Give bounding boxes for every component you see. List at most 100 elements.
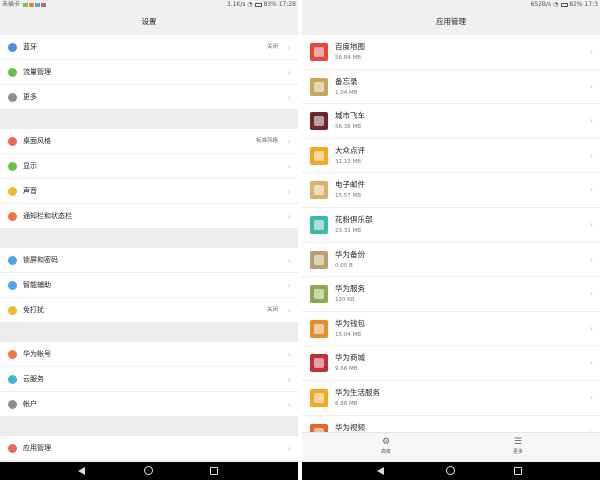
settings-item-label: 智能辅助 bbox=[23, 281, 51, 289]
app-list-item[interactable]: 大众点评 32.12 MB › bbox=[302, 138, 600, 174]
app-icon bbox=[310, 215, 328, 234]
settings-item-icon bbox=[8, 350, 17, 359]
app-list-item[interactable]: 华为钱包 15.04 MB › bbox=[302, 311, 600, 347]
settings-screen: 未插卡 3.1K/s ◔ 83% 17:28 设置 蓝牙 关闭 › 流量管理 › 更多 › 桌… bbox=[0, 0, 298, 480]
app-icon-glyph bbox=[314, 392, 324, 403]
settings-item[interactable]: 免打扰 关闭 › bbox=[0, 298, 298, 323]
app-list-item[interactable]: 花粉俱乐部 23.31 MB › bbox=[302, 207, 600, 243]
settings-item[interactable]: 更多 › bbox=[0, 85, 298, 110]
app-size: 56.38 MB bbox=[335, 124, 362, 131]
app-icon bbox=[310, 181, 328, 200]
app-list-item[interactable]: 备忘录 1.04 MB › bbox=[302, 69, 600, 105]
wifi-icon: ◔ bbox=[247, 1, 253, 8]
settings-item-icon bbox=[8, 256, 17, 265]
chevron-right-icon: › bbox=[589, 358, 593, 368]
chevron-right-icon: › bbox=[287, 306, 291, 315]
app-management-screen: 652B/s ◔ 82% 17:3 应用管理 百度地图 56.84 MB › 备忘录 1… bbox=[302, 0, 600, 480]
chevron-right-icon: › bbox=[589, 254, 593, 264]
settings-item[interactable]: 显示 › bbox=[0, 154, 298, 179]
chevron-right-icon: › bbox=[287, 256, 291, 265]
settings-item[interactable]: 流量管理 › bbox=[0, 60, 298, 85]
settings-item-icon bbox=[8, 43, 17, 52]
chevron-right-icon: › bbox=[287, 350, 291, 359]
settings-item-icon bbox=[8, 444, 17, 453]
advanced-label: 高级 bbox=[380, 449, 391, 455]
app-list-item[interactable]: 华为服务 120 KB › bbox=[302, 277, 600, 312]
status-bar: 未插卡 3.1K/s ◔ 83% 17:28 bbox=[0, 0, 298, 9]
clock: 17:28 bbox=[278, 1, 296, 8]
battery-icon bbox=[561, 2, 569, 7]
chevron-right-icon: › bbox=[287, 93, 291, 102]
app-size: 8.88 MB bbox=[335, 400, 358, 407]
section-separator bbox=[0, 110, 298, 129]
page-title: 设置 bbox=[0, 9, 298, 35]
chevron-right-icon: › bbox=[589, 289, 593, 299]
app-icon bbox=[310, 43, 328, 61]
app-size: 15.04 MB bbox=[335, 331, 362, 338]
app-icon bbox=[310, 354, 328, 373]
settings-item-label: 流量管理 bbox=[23, 68, 51, 76]
recent-apps-icon[interactable] bbox=[514, 467, 522, 475]
app-size: 23.31 MB bbox=[335, 227, 362, 234]
settings-item-icon bbox=[8, 375, 17, 384]
recent-apps-icon[interactable] bbox=[210, 467, 218, 475]
home-icon[interactable] bbox=[144, 466, 153, 475]
chevron-right-icon: › bbox=[287, 162, 291, 171]
app-list-item[interactable]: 华为生活服务 8.88 MB › bbox=[302, 380, 600, 416]
settings-item-icon bbox=[8, 281, 17, 290]
notification-icon bbox=[22, 2, 28, 7]
more-button[interactable]: ☰ 更多 bbox=[498, 436, 538, 456]
app-list-item[interactable]: 华为商城 9.66 MB › bbox=[302, 346, 600, 381]
app-name: 华为视频 bbox=[335, 422, 365, 432]
back-icon[interactable] bbox=[78, 467, 85, 475]
app-icon-glyph bbox=[314, 289, 324, 300]
app-size: 0.00 B bbox=[335, 262, 353, 269]
settings-item-label: 蓝牙 bbox=[23, 43, 37, 51]
app-name: 百度地图 bbox=[335, 42, 365, 51]
settings-item-label: 锁屏和密码 bbox=[23, 256, 58, 264]
app-icon bbox=[310, 285, 328, 304]
settings-item[interactable]: 华为帐号 › bbox=[0, 342, 298, 367]
settings-item[interactable]: 云服务 › bbox=[0, 367, 298, 392]
app-icon bbox=[310, 388, 328, 407]
settings-item[interactable]: 帐户 › bbox=[0, 392, 298, 417]
menu-icon: ☰ bbox=[513, 437, 523, 447]
clock: 17:3 bbox=[584, 1, 598, 8]
app-list-item[interactable]: 华为备份 0.00 B › bbox=[302, 242, 600, 278]
app-icon bbox=[310, 112, 328, 131]
carrier-label: 未插卡 bbox=[2, 1, 21, 8]
app-list-item[interactable]: 城市飞车 56.38 MB › bbox=[302, 104, 600, 139]
app-name: 华为备份 bbox=[335, 249, 365, 259]
wifi-icon: ◔ bbox=[553, 1, 559, 8]
settings-item[interactable]: 应用管理 › bbox=[0, 436, 298, 461]
app-size: 32.12 MB bbox=[335, 158, 362, 165]
chevron-right-icon: › bbox=[589, 47, 593, 56]
settings-item[interactable]: 通知栏和状态栏 › bbox=[0, 204, 298, 229]
settings-item[interactable]: 智能辅助 › bbox=[0, 273, 298, 298]
app-list-item[interactable]: 百度地图 56.84 MB › bbox=[302, 35, 600, 70]
settings-item-icon bbox=[8, 187, 17, 196]
settings-item[interactable]: 锁屏和密码 › bbox=[0, 248, 298, 273]
settings-item-value: 关闭 bbox=[266, 44, 278, 50]
chevron-right-icon: › bbox=[589, 81, 593, 91]
settings-list: 蓝牙 关闭 › 流量管理 › 更多 › 桌面风格 标准风格 › 显示 › 声音 › 通知栏和状态栏 › 锁屏和密… bbox=[0, 35, 298, 461]
back-icon[interactable] bbox=[377, 467, 384, 475]
settings-item[interactable]: 声音 › bbox=[0, 179, 298, 204]
settings-item-label: 桌面风格 bbox=[23, 137, 51, 145]
status-bar: 652B/s ◔ 82% 17:3 bbox=[302, 0, 600, 9]
network-speed: 3.1K/s bbox=[226, 1, 246, 8]
chevron-right-icon: › bbox=[287, 444, 291, 453]
app-name: 华为服务 bbox=[335, 284, 365, 294]
app-icon-glyph bbox=[314, 323, 324, 334]
settings-item-icon bbox=[8, 93, 17, 102]
settings-item-label: 显示 bbox=[23, 162, 37, 170]
settings-item[interactable]: 桌面风格 标准风格 › bbox=[0, 129, 298, 154]
settings-item[interactable]: 蓝牙 关闭 › bbox=[0, 35, 298, 60]
chevron-right-icon: › bbox=[589, 116, 593, 126]
app-list-item[interactable]: 电子邮件 15.57 MB › bbox=[302, 173, 600, 208]
home-icon[interactable] bbox=[446, 466, 455, 475]
advanced-button[interactable]: ⚙ 高级 bbox=[366, 436, 406, 456]
chevron-right-icon: › bbox=[589, 323, 593, 333]
navigation-bar bbox=[0, 462, 298, 480]
app-size: 15.57 MB bbox=[335, 193, 362, 200]
